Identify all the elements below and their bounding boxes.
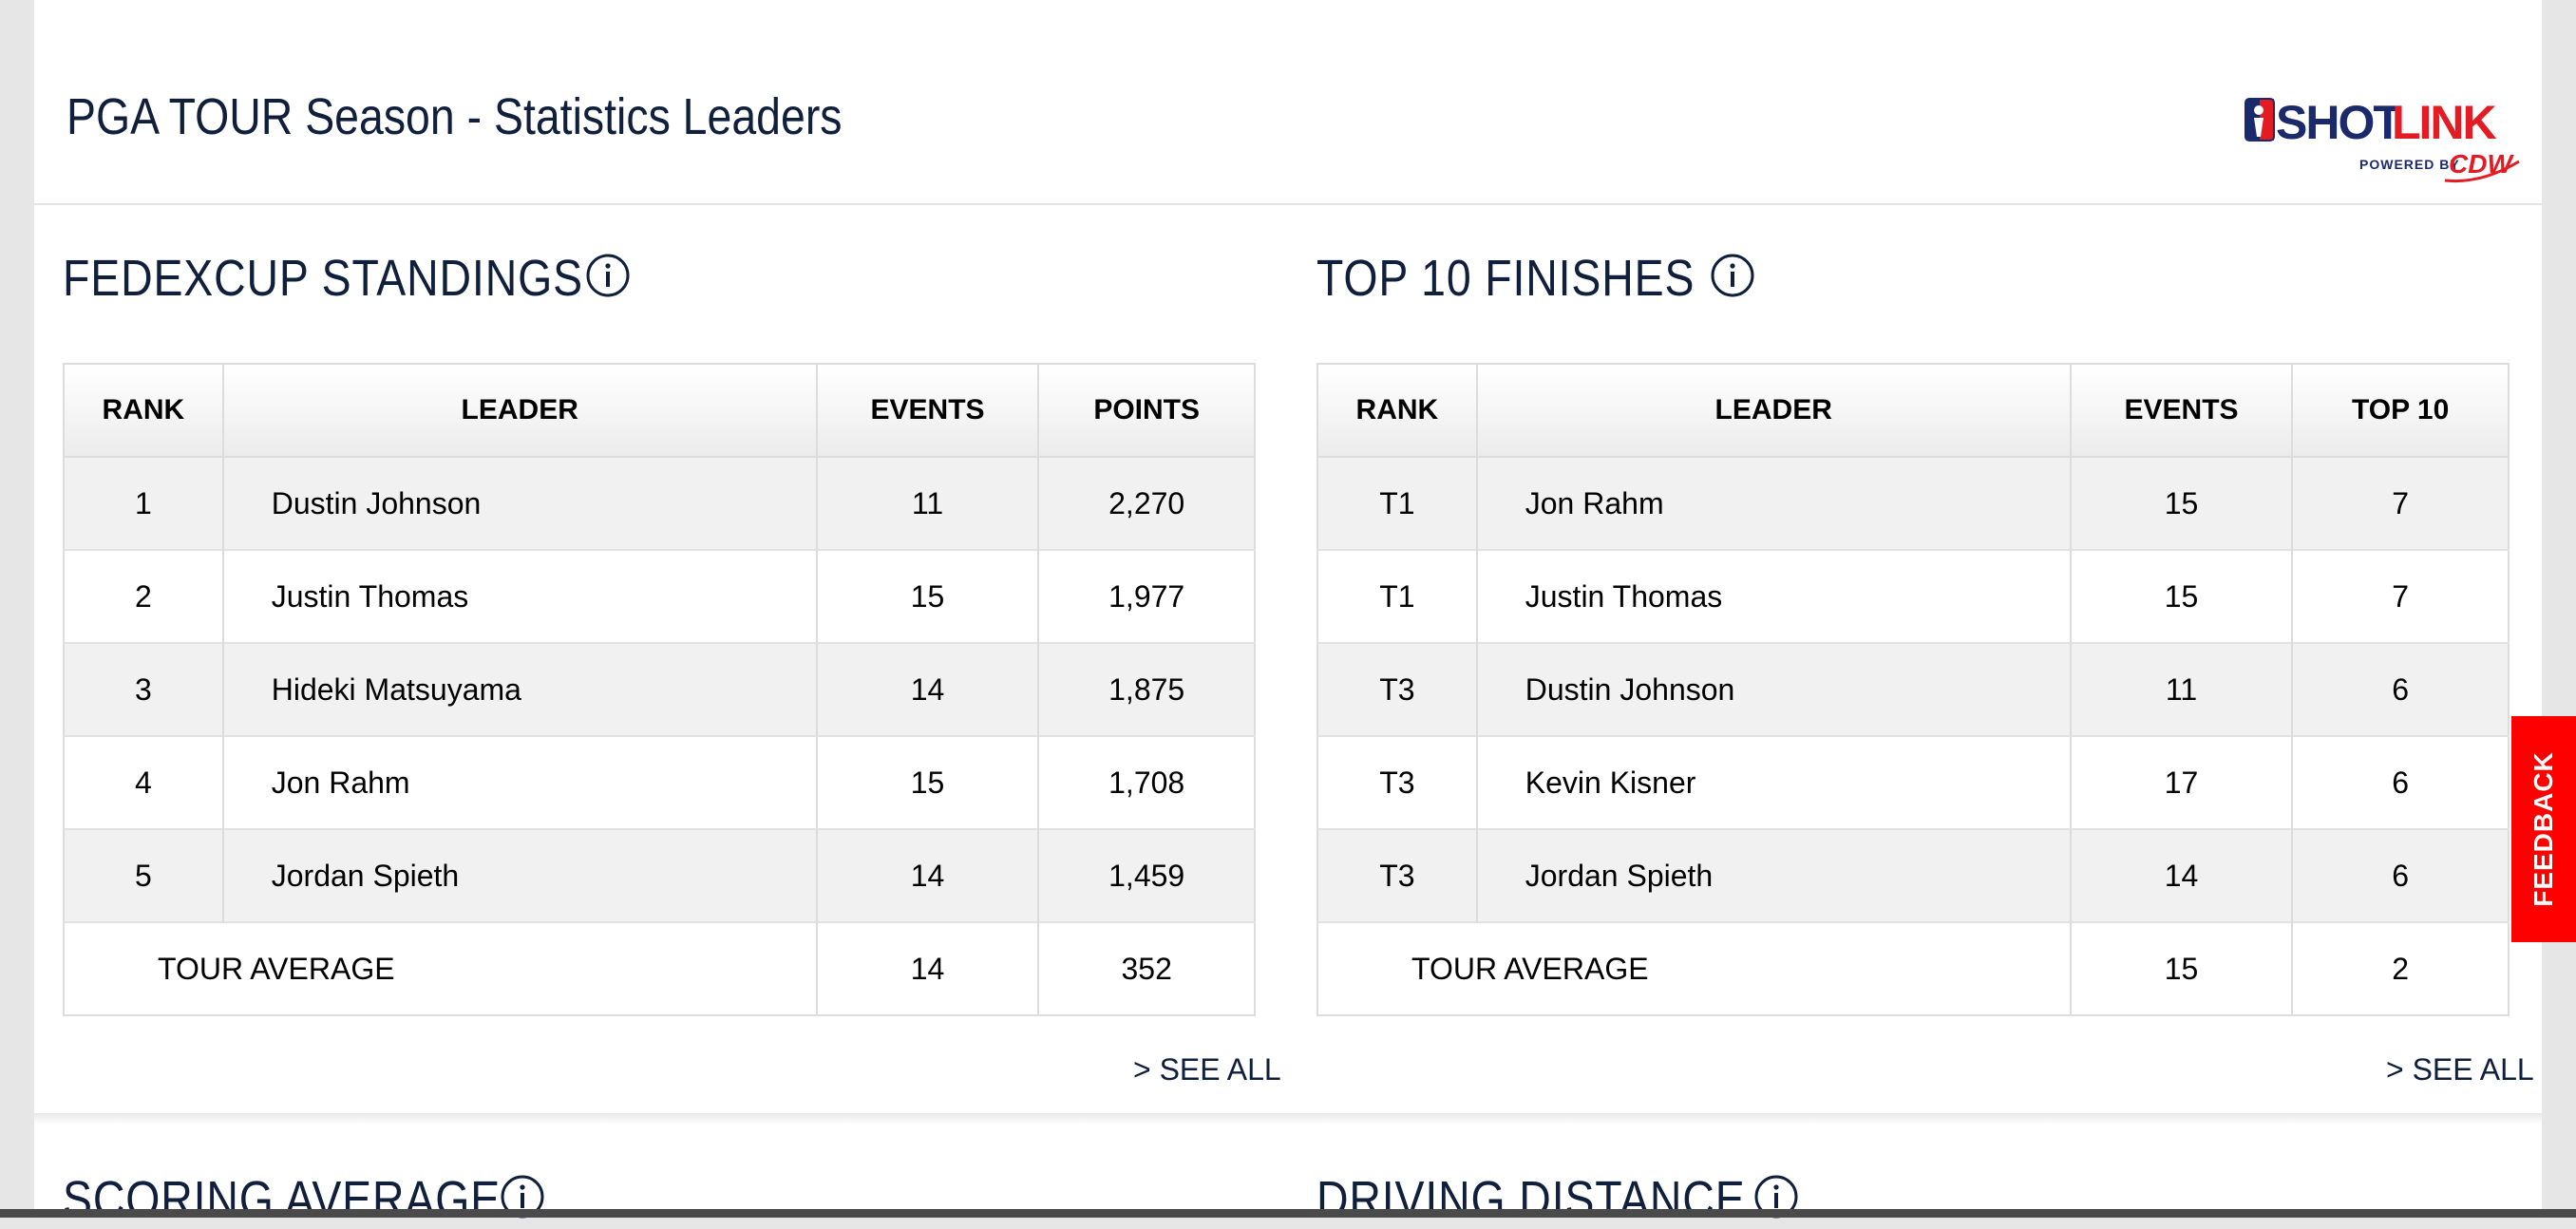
rank-cell: 5 xyxy=(64,828,223,922)
tour-average-row: TOUR AVERAGE 14 352 xyxy=(64,921,1255,1015)
rank-cell: T1 xyxy=(1317,457,1477,550)
info-icon[interactable] xyxy=(585,253,631,298)
events-cell: 14 xyxy=(815,642,1039,736)
table-header-row: RANK LEADER EVENTS TOP 10 xyxy=(1317,364,2509,458)
events-cell: 14 xyxy=(815,828,1039,922)
player-name-link[interactable]: Jon Rahm xyxy=(221,735,817,829)
top10-cell: 6 xyxy=(2291,642,2509,736)
player-name-link[interactable]: Dustin Johnson xyxy=(1475,642,2071,736)
section-title-scoring-average: SCORING AVERAGE xyxy=(63,1171,502,1228)
feedback-label: FEEDBACK xyxy=(2529,751,2558,907)
events-cell: 17 xyxy=(2069,735,2293,829)
feedback-button[interactable]: FEEDBACK xyxy=(2511,716,2576,942)
column-header-events[interactable]: EVENTS xyxy=(815,364,1039,458)
tour-average-label: TOUR AVERAGE xyxy=(64,921,817,1015)
table-row: T1 Jon Rahm 15 7 xyxy=(1317,457,2509,550)
points-cell: 1,459 xyxy=(1037,828,1255,922)
info-icon[interactable] xyxy=(1710,253,1755,298)
top10-cell: 6 xyxy=(2291,828,2509,922)
points-cell: 1,875 xyxy=(1037,642,1255,736)
svg-text:SHOT: SHOT xyxy=(2276,96,2401,149)
rank-cell: T3 xyxy=(1317,735,1477,829)
events-cell: 15 xyxy=(815,735,1039,829)
column-header-top10[interactable]: TOP 10 xyxy=(2291,364,2509,458)
rank-cell: T1 xyxy=(1317,549,1477,643)
rank-cell: 1 xyxy=(64,457,223,550)
player-name-link[interactable]: Jordan Spieth xyxy=(1475,828,2071,922)
events-cell: 14 xyxy=(815,921,1039,1015)
column-header-rank[interactable]: RANK xyxy=(1317,364,1477,458)
section-title-driving-distance: DRIVING DISTANCE xyxy=(1316,1171,1746,1228)
player-name-link[interactable]: Justin Thomas xyxy=(1475,549,2071,643)
column-header-leader[interactable]: LEADER xyxy=(1475,364,2071,458)
page-title: PGA TOUR Season - Statistics Leaders xyxy=(66,88,843,145)
column-header-leader[interactable]: LEADER xyxy=(221,364,817,458)
player-name-link[interactable]: Jon Rahm xyxy=(1475,457,2071,550)
see-all-link-fedexcup[interactable]: > SEE ALL xyxy=(1133,1052,1281,1087)
see-all-link-top10[interactable]: > SEE ALL xyxy=(2386,1052,2534,1087)
stats-page: PGA TOUR Season - Statistics Leaders SHO… xyxy=(34,0,2542,1228)
section-divider xyxy=(34,1113,2542,1125)
player-name-link[interactable]: Dustin Johnson xyxy=(221,457,817,550)
tour-average-label: TOUR AVERAGE xyxy=(1317,921,2071,1015)
section-title-top10: TOP 10 FINISHES xyxy=(1316,250,1695,307)
player-name-link[interactable]: Justin Thomas xyxy=(221,549,817,643)
svg-text:CDW: CDW xyxy=(2449,149,2514,179)
top10-cell: 7 xyxy=(2291,549,2509,643)
rank-cell: T3 xyxy=(1317,642,1477,736)
table-row: T1 Justin Thomas 15 7 xyxy=(1317,549,2509,643)
page-header: PGA TOUR Season - Statistics Leaders SHO… xyxy=(34,0,2542,205)
events-cell: 15 xyxy=(2069,549,2293,643)
events-cell: 15 xyxy=(2069,457,2293,550)
points-cell: 1,708 xyxy=(1037,735,1255,829)
events-cell: 14 xyxy=(2069,828,2293,922)
tour-average-row: TOUR AVERAGE 15 2 xyxy=(1317,921,2509,1015)
top10-cell: 2 xyxy=(2291,921,2509,1015)
table-row: 1 Dustin Johnson 11 2,270 xyxy=(64,457,1255,550)
section-title-fedexcup: FEDEXCUP STANDINGS xyxy=(63,250,583,307)
svg-text:POWERED BY: POWERED BY xyxy=(2359,157,2460,172)
column-header-events[interactable]: EVENTS xyxy=(2069,364,2293,458)
column-header-points[interactable]: POINTS xyxy=(1037,364,1255,458)
shotlink-logo[interactable]: SHOT LINK POWERED BY CDW xyxy=(2244,93,2557,188)
points-cell: 1,977 xyxy=(1037,549,1255,643)
top10-cell: 7 xyxy=(2291,457,2509,550)
table-row: 4 Jon Rahm 15 1,708 xyxy=(64,735,1255,829)
events-cell: 11 xyxy=(815,457,1039,550)
rank-cell: T3 xyxy=(1317,828,1477,922)
rank-cell: 4 xyxy=(64,735,223,829)
events-cell: 15 xyxy=(2069,921,2293,1015)
player-name-link[interactable]: Hideki Matsuyama xyxy=(221,642,817,736)
player-name-link[interactable]: Kevin Kisner xyxy=(1475,735,2071,829)
table-row: 5 Jordan Spieth 14 1,459 xyxy=(64,828,1255,922)
table-row: T3 Dustin Johnson 11 6 xyxy=(1317,642,2509,736)
player-name-link[interactable]: Jordan Spieth xyxy=(221,828,817,922)
rank-cell: 2 xyxy=(64,549,223,643)
points-cell: 352 xyxy=(1037,921,1255,1015)
window-bottom-edge xyxy=(0,1209,2576,1218)
table-row: 2 Justin Thomas 15 1,977 xyxy=(64,549,1255,643)
table-header-row: RANK LEADER EVENTS POINTS xyxy=(64,364,1255,458)
top10-table: RANK LEADER EVENTS TOP 10 T1 Jon Rahm 15… xyxy=(1316,363,2510,1016)
table-row: T3 Jordan Spieth 14 6 xyxy=(1317,828,2509,922)
column-header-rank[interactable]: RANK xyxy=(64,364,223,458)
events-cell: 15 xyxy=(815,549,1039,643)
table-row: 3 Hideki Matsuyama 14 1,875 xyxy=(64,642,1255,736)
rank-cell: 3 xyxy=(64,642,223,736)
top10-cell: 6 xyxy=(2291,735,2509,829)
table-row: T3 Kevin Kisner 17 6 xyxy=(1317,735,2509,829)
events-cell: 11 xyxy=(2069,642,2293,736)
points-cell: 2,270 xyxy=(1037,457,1255,550)
fedexcup-table: RANK LEADER EVENTS POINTS 1 Dustin Johns… xyxy=(63,363,1256,1016)
svg-text:LINK: LINK xyxy=(2392,96,2497,149)
